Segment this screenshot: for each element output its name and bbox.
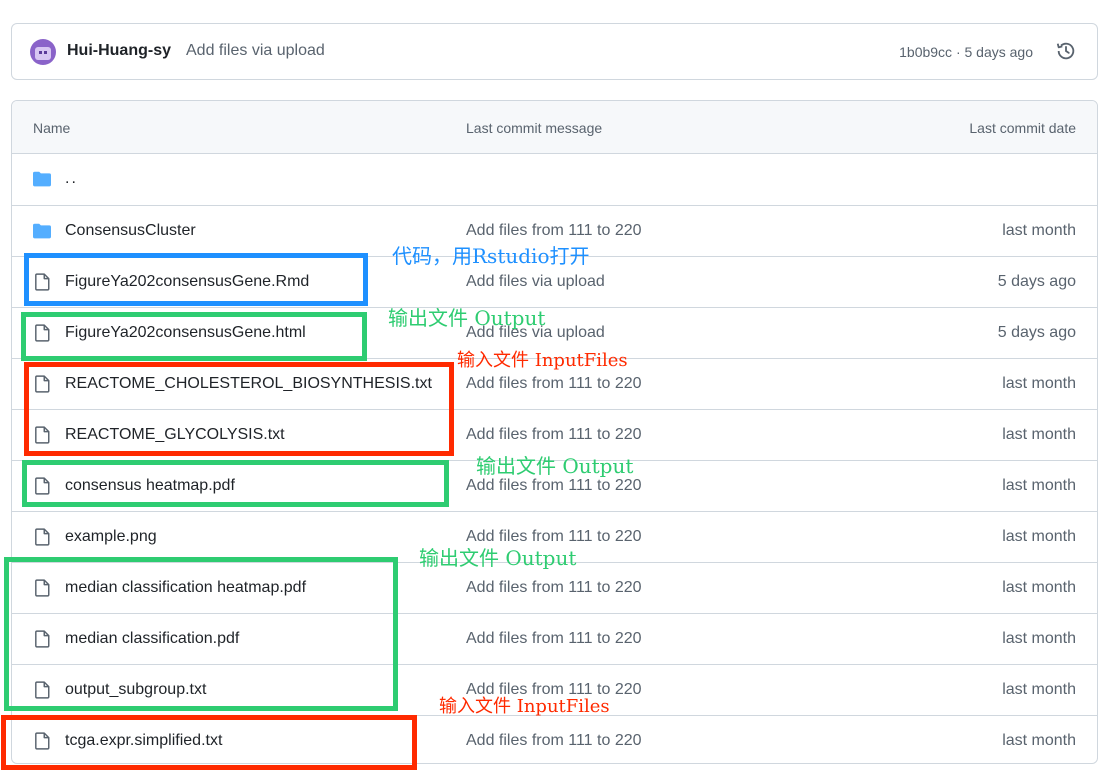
column-header-date: Last commit date — [969, 120, 1076, 136]
table-row[interactable]: median classification.pdf Add files from… — [12, 613, 1097, 664]
annotation-label-code: 代码，用Rstudio打开 — [392, 244, 590, 268]
file-icon — [35, 273, 50, 291]
file-icon — [35, 324, 50, 342]
commit-date: last month — [1002, 579, 1076, 596]
folder-icon — [33, 223, 51, 239]
file-icon — [35, 681, 50, 699]
file-icon — [35, 477, 50, 495]
commit-date: last month — [1002, 681, 1076, 698]
commit-date: last month — [1002, 477, 1076, 494]
table-row[interactable]: REACTOME_GLYCOLYSIS.txt Add files from 1… — [12, 409, 1097, 460]
file-name-link[interactable]: consensus heatmap.pdf — [65, 477, 235, 495]
annotation-label-input: 输入文件 InputFiles — [439, 696, 610, 717]
annotation-label-input: 输入文件 InputFiles — [457, 350, 628, 371]
commit-message-link[interactable]: Add files from 111 to 220 — [466, 732, 642, 750]
parent-directory-row[interactable]: .. — [12, 154, 1097, 205]
file-name-link[interactable]: output_subgroup.txt — [65, 681, 206, 699]
file-name-link[interactable]: median classification heatmap.pdf — [65, 579, 306, 597]
file-name-link[interactable]: REACTOME_CHOLESTEROL_BIOSYNTHESIS.txt — [65, 375, 432, 393]
file-name-link[interactable]: tcga.expr.simplified.txt — [65, 732, 222, 750]
commit-message-link[interactable]: Add files from 111 to 220 — [466, 222, 642, 240]
file-table: Name Last commit message Last commit dat… — [11, 100, 1098, 764]
avatar[interactable] — [30, 39, 56, 65]
commit-message-link[interactable]: Add files via upload — [186, 42, 325, 60]
commit-date: last month — [1002, 222, 1076, 239]
column-header-message: Last commit message — [466, 120, 603, 136]
commit-date: last month — [1002, 426, 1076, 443]
commit-hash-time[interactable]: 1b0b9cc · 5 days ago — [899, 44, 1033, 60]
commit-message-link[interactable]: Add files from 111 to 220 — [466, 477, 642, 495]
file-name-link[interactable]: median classification.pdf — [65, 630, 239, 648]
folder-icon — [33, 171, 51, 187]
commit-message-link[interactable]: Add files from 111 to 220 — [466, 579, 642, 597]
latest-commit-bar: Hui-Huang-sy Add files via upload 1b0b9c… — [11, 23, 1098, 80]
file-icon — [35, 426, 50, 444]
commit-date: 5 days ago — [997, 273, 1076, 290]
file-name-link[interactable]: example.png — [65, 528, 157, 546]
file-name-link[interactable]: FigureYa202consensusGene.html — [65, 324, 306, 342]
commit-message-link[interactable]: Add files from 111 to 220 — [466, 426, 642, 444]
annotation-label-output: 输出文件 Output — [388, 306, 546, 330]
annotation-label-output: 输出文件 Output — [419, 546, 577, 570]
commit-message-link[interactable]: Add files from 111 to 220 — [466, 375, 642, 393]
commit-message-link[interactable]: Add files via upload — [466, 273, 605, 291]
file-icon — [35, 732, 50, 750]
file-icon — [35, 630, 50, 648]
parent-directory-link[interactable]: .. — [65, 170, 78, 188]
file-icon — [35, 375, 50, 393]
annotation-label-output: 输出文件 Output — [476, 454, 634, 478]
commit-date: last month — [1002, 528, 1076, 545]
commit-date: last month — [1002, 630, 1076, 647]
file-name-link[interactable]: FigureYa202consensusGene.Rmd — [65, 273, 309, 291]
file-name-link[interactable]: ConsensusCluster — [65, 222, 196, 240]
commit-date: last month — [1002, 375, 1076, 392]
column-header-name: Name — [33, 120, 71, 136]
commit-author-link[interactable]: Hui-Huang-sy — [67, 42, 171, 60]
history-icon[interactable] — [1055, 40, 1077, 62]
file-icon — [35, 528, 50, 546]
file-name-link[interactable]: REACTOME_GLYCOLYSIS.txt — [65, 426, 285, 444]
commit-date: last month — [1002, 732, 1076, 749]
table-header: Name Last commit message Last commit dat… — [12, 101, 1097, 154]
commit-message-link[interactable]: Add files from 111 to 220 — [466, 528, 642, 546]
commit-message-link[interactable]: Add files from 111 to 220 — [466, 630, 642, 648]
commit-date: 5 days ago — [997, 324, 1076, 341]
table-row[interactable]: tcga.expr.simplified.txt Add files from … — [12, 715, 1097, 763]
file-icon — [35, 579, 50, 597]
